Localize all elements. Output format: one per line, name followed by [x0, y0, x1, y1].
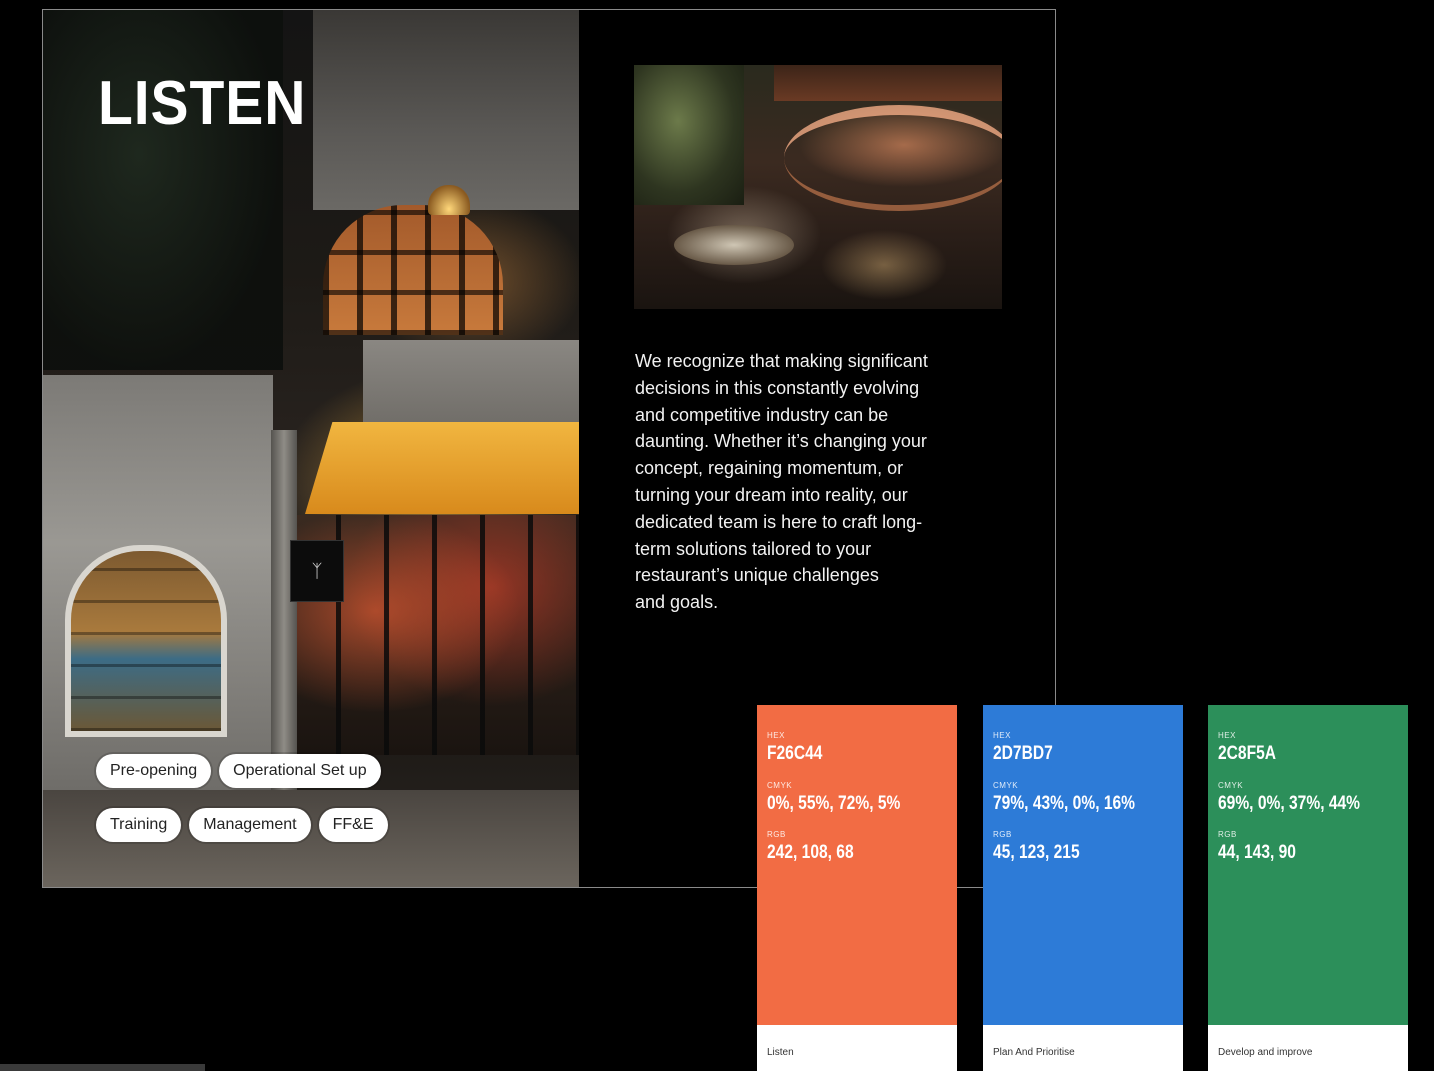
hanging-plants: [634, 65, 744, 205]
swatch-footer: Plan And Prioritise: [983, 1025, 1183, 1071]
rgb-label: RGB: [1218, 830, 1237, 839]
restaurant-interior-photo: [634, 65, 1002, 309]
hanging-lamp: [428, 185, 470, 215]
tag-management[interactable]: Management: [189, 808, 311, 842]
swatch-name: Plan And Prioritise: [993, 1047, 1075, 1058]
building-upper-floor: [313, 10, 579, 210]
hex-value: F26C44: [767, 743, 823, 764]
cmyk-label: CMYK: [1218, 781, 1244, 790]
restaurant-exterior-photo: ᛉ LISTEN Pre-opening Operational Set up …: [43, 10, 579, 887]
cmyk-value: 79%, 43%, 0%, 16%: [993, 793, 1136, 814]
cmyk-label: CMYK: [993, 781, 1019, 790]
arched-display-window: [65, 545, 227, 737]
tag-operational-set-up[interactable]: Operational Set up: [219, 754, 381, 788]
rgb-value: 44, 143, 90: [1218, 842, 1296, 863]
hex-value: 2D7BD7: [993, 743, 1053, 764]
color-swatch-card[interactable]: HEX 2C8F5A CMYK 69%, 0%, 37%, 44% RGB 44…: [1208, 705, 1408, 1071]
swatch-footer: Develop and improve: [1208, 1025, 1408, 1071]
restaurant-logo-sign: ᛉ: [290, 540, 344, 602]
tree-foliage: [43, 10, 283, 370]
color-swatch-card[interactable]: HEX F26C44 CMYK 0%, 55%, 72%, 5% RGB 242…: [757, 705, 957, 1071]
dining-table: [674, 225, 794, 265]
horizontal-scrollbar[interactable]: [0, 1064, 205, 1071]
tag-training[interactable]: Training: [96, 808, 182, 842]
tag-pre-opening[interactable]: Pre-opening: [96, 754, 212, 788]
canvas: ᛉ LISTEN Pre-opening Operational Set up …: [0, 0, 1434, 1071]
rgb-label: RGB: [993, 830, 1012, 839]
tag-row: Pre-opening Operational Set up: [96, 754, 456, 788]
hex-label: HEX: [993, 731, 1011, 740]
ceiling: [774, 65, 1002, 101]
rgb-value: 45, 123, 215: [993, 842, 1080, 863]
service-tags: Pre-opening Operational Set up Training …: [96, 754, 456, 862]
color-swatch-card[interactable]: HEX 2D7BD7 CMYK 79%, 43%, 0%, 16% RGB 45…: [983, 705, 1183, 1071]
swatch-footer: Listen: [757, 1025, 957, 1071]
tag-row: Training Management FF&E: [96, 808, 456, 842]
slide-description: We recognize that making significant dec…: [635, 351, 928, 613]
arched-window: [323, 205, 503, 335]
rgb-value: 242, 108, 68: [767, 842, 854, 863]
hex-label: HEX: [767, 731, 785, 740]
rgb-label: RGB: [767, 830, 786, 839]
slide-title: LISTEN: [98, 69, 307, 138]
yellow-awning: [305, 422, 579, 514]
swatch-color-block: HEX 2D7BD7 CMYK 79%, 43%, 0%, 16% RGB 45…: [983, 705, 1183, 1025]
cmyk-value: 69%, 0%, 37%, 44%: [1218, 793, 1361, 814]
circular-bar: [784, 105, 1002, 211]
swatch-name: Listen: [767, 1047, 794, 1058]
cmyk-label: CMYK: [767, 781, 793, 790]
cmyk-value: 0%, 55%, 72%, 5%: [767, 793, 901, 814]
tag-ffe[interactable]: FF&E: [318, 808, 388, 842]
swatch-color-block: HEX F26C44 CMYK 0%, 55%, 72%, 5% RGB 242…: [757, 705, 957, 1025]
hex-value: 2C8F5A: [1218, 743, 1277, 764]
hex-label: HEX: [1218, 731, 1236, 740]
swatch-color-block: HEX 2C8F5A CMYK 69%, 0%, 37%, 44% RGB 44…: [1208, 705, 1408, 1025]
swatch-name: Develop and improve: [1218, 1047, 1313, 1058]
